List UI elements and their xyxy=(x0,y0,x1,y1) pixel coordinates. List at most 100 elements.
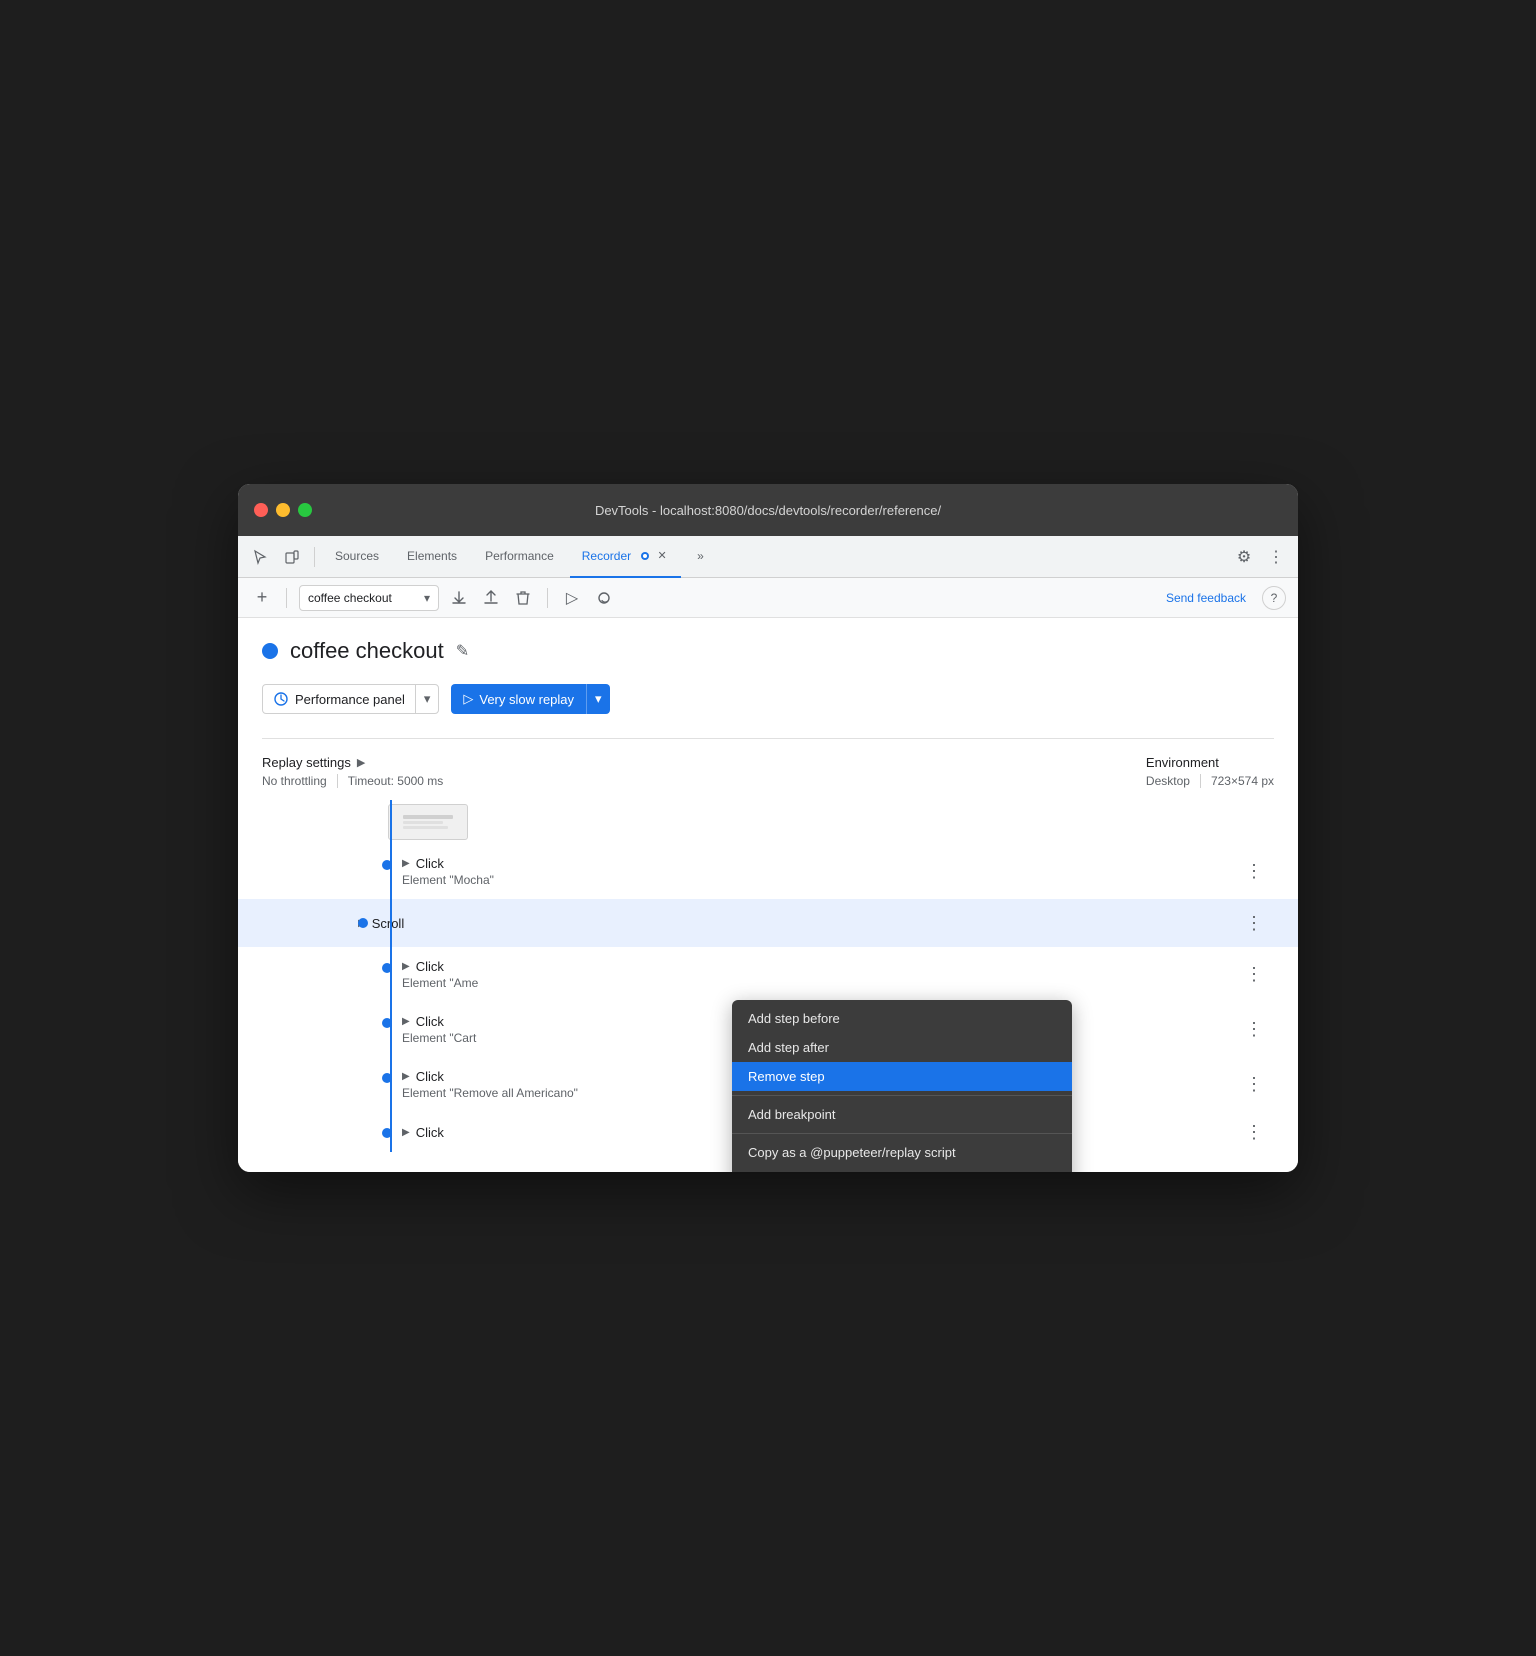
settings-expand-arrow: ▶ xyxy=(357,756,365,769)
perf-panel-dropdown-icon[interactable]: ▾ xyxy=(416,685,439,713)
step-4-type: Click xyxy=(416,1014,444,1029)
step-3-expand-arrow: ▶ xyxy=(402,961,410,972)
context-menu: Add step before Add step after Remove st… xyxy=(732,1000,1072,1172)
tab-divider-1 xyxy=(314,547,315,567)
more-options-icon-btn[interactable]: ⋮ xyxy=(1262,543,1290,571)
tab-performance[interactable]: Performance xyxy=(473,536,566,578)
perf-panel-button[interactable]: Performance panel ▾ xyxy=(262,684,439,714)
recording-status-dot xyxy=(262,643,278,659)
environment-section: Environment Desktop 723×574 px xyxy=(1146,755,1274,788)
step-1-title: ▶ Click xyxy=(402,856,1242,871)
perf-panel-main[interactable]: Performance panel xyxy=(263,685,416,713)
replay-settings-section: Replay settings ▶ No throttling Timeout:… xyxy=(262,755,443,788)
step-row-scroll: ▶ Scroll ⋮ xyxy=(238,899,1298,947)
send-feedback-link[interactable]: Send feedback xyxy=(1166,591,1246,605)
step-5-menu-btn[interactable]: ⋮ xyxy=(1242,1073,1266,1097)
step-row-click-mocha: ▶ Click Element "Mocha" ⋮ xyxy=(262,844,1274,899)
replay-settings-label[interactable]: Replay settings ▶ xyxy=(262,755,443,770)
step-dot-4 xyxy=(382,1018,392,1028)
step-4-expand-arrow: ▶ xyxy=(402,1016,410,1027)
maximize-button[interactable] xyxy=(298,503,312,517)
toolbar-divider-2 xyxy=(547,588,548,608)
steps-container: ▶ Click Element "Mocha" ⋮ ▶ Scroll ⋮ xyxy=(262,800,1274,1152)
replay-button[interactable]: ▷ Very slow replay ▾ xyxy=(451,684,609,714)
export-btn[interactable] xyxy=(447,586,471,610)
step-1-expand-arrow: ▶ xyxy=(402,858,410,869)
devtools-tabbar: Sources Elements Performance Recorder ✕ … xyxy=(238,536,1298,578)
step-1-content: ▶ Click Element "Mocha" xyxy=(402,856,1242,887)
step-6-type: Click xyxy=(416,1125,444,1140)
env-values: Desktop 723×574 px xyxy=(1146,774,1274,788)
step-5-expand-arrow: ▶ xyxy=(402,1071,410,1082)
step-4-menu-btn[interactable]: ⋮ xyxy=(1242,1018,1266,1042)
step-3-detail: Element "Ame xyxy=(402,976,1242,990)
toolbar-divider-1 xyxy=(286,588,287,608)
tab-sources[interactable]: Sources xyxy=(323,536,391,578)
tab-more[interactable]: » xyxy=(685,536,716,578)
window-title: DevTools - localhost:8080/docs/devtools/… xyxy=(595,503,941,518)
recording-header: coffee checkout ✎ xyxy=(262,638,1274,664)
step-2-type: Scroll xyxy=(372,916,405,931)
timeout-value: Timeout: 5000 ms xyxy=(348,774,444,788)
replay-label: Very slow replay xyxy=(479,692,574,707)
replay-play-icon: ▷ xyxy=(463,691,473,707)
thumbnail-row xyxy=(262,800,1274,844)
ctx-add-breakpoint[interactable]: Add breakpoint xyxy=(732,1100,1072,1129)
step-3-content: ▶ Click Element "Ame xyxy=(402,959,1242,990)
tab-recorder[interactable]: Recorder ✕ xyxy=(570,536,681,578)
step-thumbnail xyxy=(388,804,468,840)
close-button[interactable] xyxy=(254,503,268,517)
settings-sep xyxy=(337,774,338,788)
delete-recording-btn[interactable] xyxy=(511,586,535,610)
step-1-menu-btn[interactable]: ⋮ xyxy=(1242,860,1266,884)
settings-row: Replay settings ▶ No throttling Timeout:… xyxy=(262,755,1274,788)
ctx-copy-puppeteer[interactable]: Copy as a @puppeteer/replay script xyxy=(732,1138,1072,1167)
devtools-window: DevTools - localhost:8080/docs/devtools/… xyxy=(238,484,1298,1172)
import-btn[interactable] xyxy=(479,586,503,610)
ctx-divider-1 xyxy=(732,1095,1072,1096)
play-recording-btn[interactable]: ▷ xyxy=(560,586,584,610)
cursor-icon-btn[interactable] xyxy=(246,543,274,571)
desktop-value: Desktop xyxy=(1146,774,1190,788)
section-divider xyxy=(262,738,1274,739)
recording-title: coffee checkout xyxy=(290,638,444,664)
ctx-remove-step[interactable]: Remove step xyxy=(732,1062,1072,1091)
record-btn[interactable] xyxy=(592,586,616,610)
settings-values: No throttling Timeout: 5000 ms xyxy=(262,774,443,788)
settings-icon-btn[interactable]: ⚙ xyxy=(1230,543,1258,571)
step-2-title: ▶ Scroll xyxy=(358,916,1242,931)
timeline-line xyxy=(390,800,392,1152)
step-dot-3 xyxy=(382,963,392,973)
step-dot-6 xyxy=(382,1128,392,1138)
main-content: coffee checkout ✎ Performance panel ▾ ▷ xyxy=(238,618,1298,1172)
ctx-copy-as[interactable]: Copy as › xyxy=(732,1167,1072,1172)
tab-elements[interactable]: Elements xyxy=(395,536,469,578)
replay-button-main[interactable]: ▷ Very slow replay xyxy=(451,684,587,714)
step-2-content: ▶ Scroll xyxy=(358,916,1242,931)
device-toggle-btn[interactable] xyxy=(278,543,306,571)
new-recording-btn[interactable]: + xyxy=(250,586,274,610)
step-1-detail: Element "Mocha" xyxy=(402,873,1242,887)
titlebar: DevTools - localhost:8080/docs/devtools/… xyxy=(238,484,1298,536)
step-3-title: ▶ Click xyxy=(402,959,1242,974)
chevron-down-icon: ▾ xyxy=(424,591,430,605)
ctx-divider-2 xyxy=(732,1133,1072,1134)
step-2-menu-btn[interactable]: ⋮ xyxy=(1242,911,1266,935)
help-btn[interactable]: ? xyxy=(1262,586,1286,610)
step-dot-5 xyxy=(382,1073,392,1083)
ctx-add-step-before[interactable]: Add step before xyxy=(732,1004,1072,1033)
ctx-add-step-after[interactable]: Add step after xyxy=(732,1033,1072,1062)
edit-pencil-icon[interactable]: ✎ xyxy=(456,641,469,661)
step-5-type: Click xyxy=(416,1069,444,1084)
replay-dropdown-icon[interactable]: ▾ xyxy=(587,684,610,714)
step-6-menu-btn[interactable]: ⋮ xyxy=(1242,1120,1266,1144)
step-3-type: Click xyxy=(416,959,444,974)
throttling-value: No throttling xyxy=(262,774,327,788)
minimize-button[interactable] xyxy=(276,503,290,517)
recording-selector[interactable]: coffee checkout ▾ xyxy=(299,585,439,611)
step-3-menu-btn[interactable]: ⋮ xyxy=(1242,963,1266,987)
traffic-lights xyxy=(254,503,312,517)
step-dot-2 xyxy=(358,918,368,928)
tab-close-recorder[interactable]: ✕ xyxy=(655,549,669,563)
step-1-type: Click xyxy=(416,856,444,871)
